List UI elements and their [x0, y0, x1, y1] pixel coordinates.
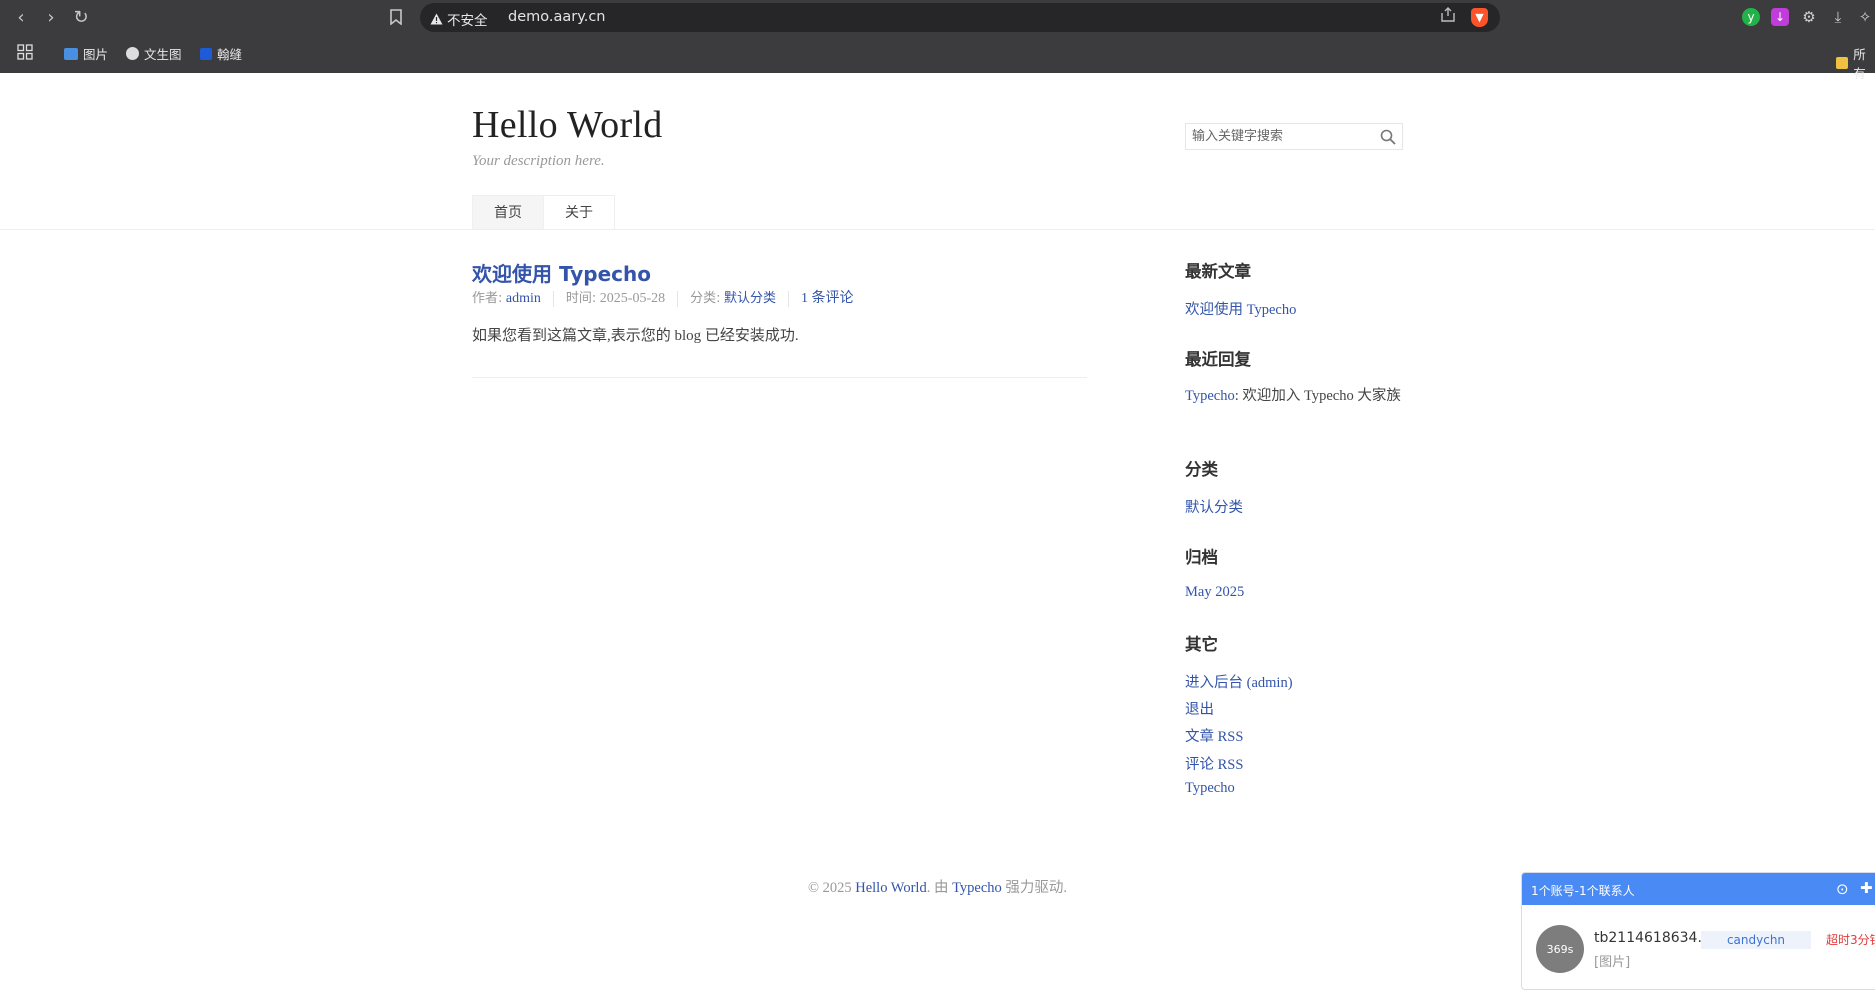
last-message: [图片] — [1594, 955, 1631, 970]
post-date: 2025-05-28 — [599, 291, 666, 306]
address-bar[interactable]: 不安全 demo.aary.cn ▼ — [420, 3, 1500, 32]
nav-home[interactable]: 首页 — [472, 195, 544, 229]
all-bookmarks-label: 所有 — [1853, 47, 1866, 81]
bookmarks-bar: 图片 文生图 翰缝 所有 — [0, 40, 1875, 81]
search-input[interactable] — [1186, 124, 1372, 149]
typecho-link[interactable]: Typecho — [1185, 780, 1235, 797]
all-bookmarks[interactable]: 所有 — [1836, 44, 1875, 82]
translate-icon — [200, 47, 212, 60]
url-text[interactable]: demo.aary.cn — [508, 9, 606, 25]
extensions-puzzle-icon[interactable]: ⚙ — [1800, 8, 1818, 26]
logout-link[interactable]: 退出 — [1185, 698, 1214, 719]
browser-chrome: ‹ › ↻ 不安全 demo.aary.cn ▼ y ↓ ⚙ ⤓ ✧ 图片 文生… — [0, 0, 1875, 81]
footer-typecho-link[interactable]: Typecho — [952, 880, 1002, 896]
post-excerpt: 如果您看到这篇文章,表示您的 blog 已经安装成功. — [472, 328, 799, 344]
chat-widget-header[interactable]: 1个账号-1个联系人 ⊙ ✚ — [1522, 873, 1875, 905]
brave-shield-icon[interactable]: ▼ — [1471, 8, 1488, 27]
bookmark-label: 文生图 — [144, 47, 182, 62]
back-icon[interactable]: ‹ — [10, 6, 32, 28]
recent-post-link[interactable]: 欢迎使用 Typecho — [1185, 298, 1296, 319]
post-author: 作者: admin — [472, 291, 541, 306]
other-heading: 其它 — [1185, 635, 1218, 654]
forward-icon[interactable]: › — [40, 6, 62, 28]
footer-site-link[interactable]: Hello World — [855, 880, 926, 896]
site-description: Your description here. — [472, 153, 605, 169]
downloads-icon[interactable]: ⤓ — [1829, 8, 1847, 26]
security-label: 不安全 — [447, 13, 488, 29]
extension-green-icon[interactable]: y — [1742, 8, 1760, 26]
post-category: 分类: 默认分类 — [677, 291, 788, 307]
browser-toolbar: ‹ › ↻ 不安全 demo.aary.cn ▼ y ↓ ⚙ ⤓ ✧ — [0, 0, 1875, 35]
leo-ai-icon[interactable]: ✧ — [1856, 8, 1874, 26]
search-icon[interactable] — [1380, 129, 1396, 145]
site-title[interactable]: Hello World — [472, 103, 663, 147]
reload-icon[interactable]: ↻ — [70, 6, 92, 28]
bookmark-label: 翰缝 — [217, 47, 243, 62]
pin-icon[interactable]: ✚ — [1860, 879, 1873, 897]
folder-icon — [1836, 57, 1849, 69]
bookmark-item[interactable]: 翰缝 — [200, 44, 242, 63]
status-badge: 超时3分钟 — [1826, 933, 1875, 947]
recent-comment-author-link[interactable]: Typecho — [1185, 388, 1235, 404]
recent-posts-heading: 最新文章 — [1185, 262, 1251, 281]
apps-icon[interactable] — [17, 44, 33, 60]
categories-heading: 分类 — [1185, 460, 1218, 479]
bookmark-item[interactable]: 图片 — [64, 44, 108, 63]
posts-rss-link[interactable]: 文章 RSS — [1185, 725, 1243, 746]
recent-comments-heading: 最近回复 — [1185, 350, 1251, 369]
comments-rss-link[interactable]: 评论 RSS — [1185, 753, 1243, 774]
post-meta: 作者: admin 时间: 2025-05-28 分类: 默认分类 1 条评论 — [472, 291, 866, 307]
author-link[interactable]: admin — [506, 291, 541, 306]
search-form — [1185, 123, 1403, 150]
post-title-link[interactable]: 欢迎使用 Typecho — [472, 258, 651, 287]
recent-comment-text: : 欢迎加入 Typecho 大家族 — [1234, 388, 1401, 404]
chat-widget: 1个账号-1个联系人 ⊙ ✚ 369s tb2114618634... cand… — [1521, 872, 1875, 990]
image-folder-icon — [64, 47, 78, 60]
contact-tag: candychn — [1701, 931, 1811, 949]
extension-download-icon[interactable]: ↓ — [1771, 8, 1789, 26]
category-item-link[interactable]: 默认分类 — [1185, 496, 1243, 517]
post-comments: 1 条评论 — [788, 291, 866, 307]
contact-name[interactable]: tb2114618634... — [1594, 930, 1711, 946]
warning-icon — [430, 13, 443, 25]
archives-heading: 归档 — [1185, 548, 1218, 567]
openai-icon — [126, 47, 139, 60]
post-time: 时间: 2025-05-28 — [552, 291, 677, 307]
share-icon[interactable] — [1440, 7, 1456, 26]
avatar[interactable]: 369s — [1536, 925, 1584, 973]
main-nav: 首页 关于 — [472, 195, 615, 229]
header-divider — [0, 229, 1875, 230]
comments-link[interactable]: 1 条评论 — [801, 291, 854, 306]
settings-icon[interactable]: ⊙ — [1836, 880, 1849, 898]
archive-item-link[interactable]: May 2025 — [1185, 584, 1244, 601]
post-divider — [472, 377, 1087, 378]
recent-comment: Typecho: 欢迎加入 Typecho 大家族 — [1185, 385, 1405, 407]
security-indicator[interactable]: 不安全 — [430, 9, 488, 29]
bookmark-label: 图片 — [83, 47, 109, 62]
category-link[interactable]: 默认分类 — [724, 291, 776, 306]
admin-link[interactable]: 进入后台 (admin) — [1185, 671, 1293, 692]
chat-widget-title: 1个账号-1个联系人 — [1531, 884, 1635, 898]
bookmark-item[interactable]: 文生图 — [126, 44, 182, 63]
bookmark-icon[interactable] — [385, 6, 407, 28]
nav-about[interactable]: 关于 — [544, 195, 615, 229]
